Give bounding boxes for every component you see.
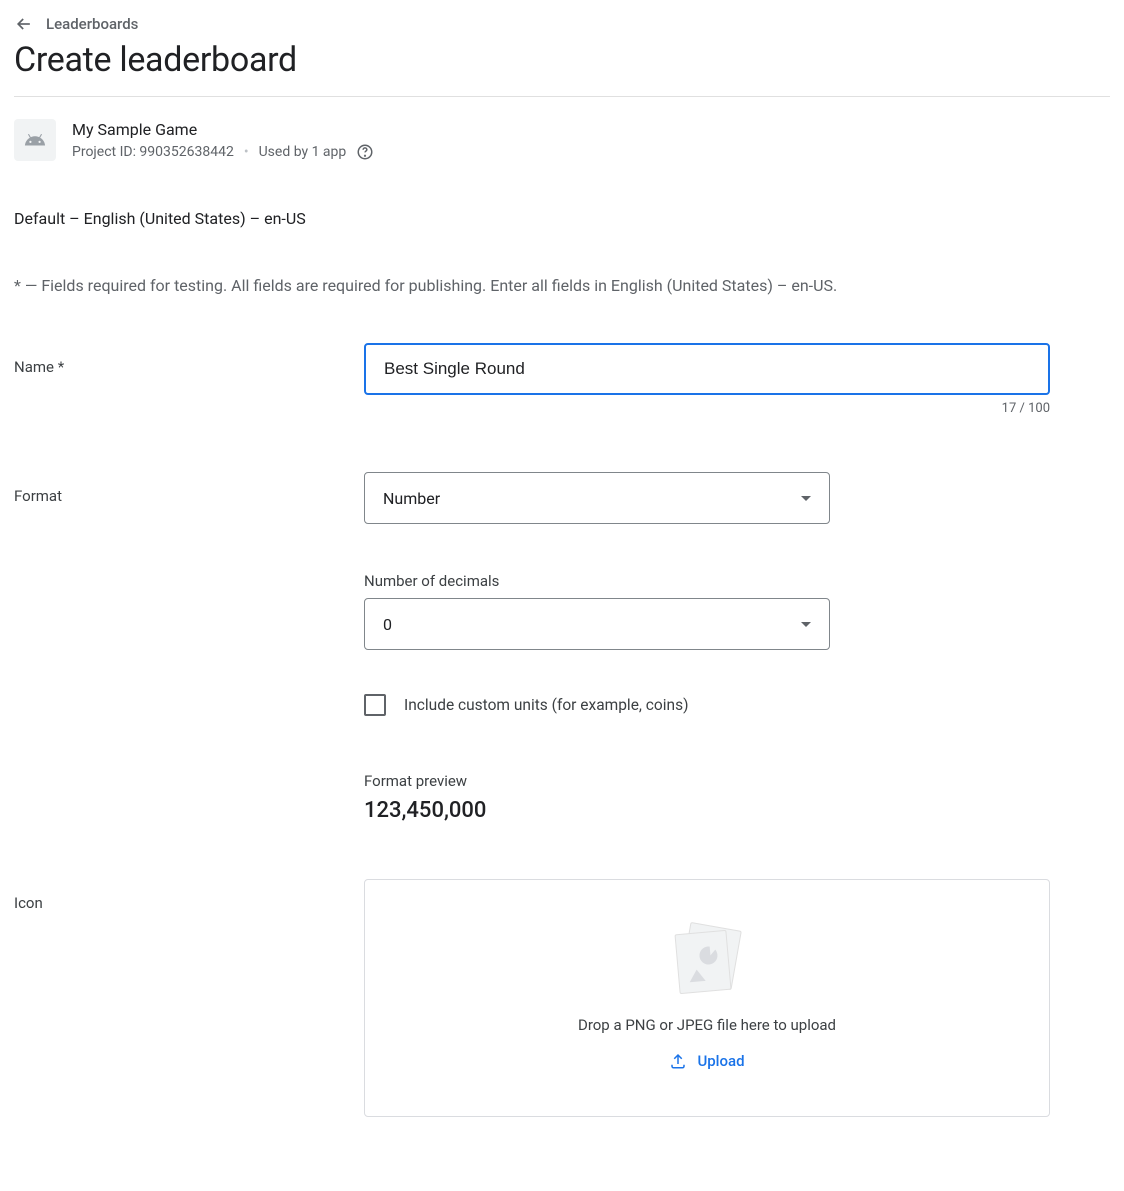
chevron-down-icon bbox=[801, 496, 811, 501]
decimals-select[interactable]: 0 bbox=[364, 598, 830, 650]
icon-label: Icon bbox=[14, 894, 43, 912]
format-select-value: Number bbox=[383, 489, 440, 508]
project-summary: My Sample Game Project ID: 990352638442 … bbox=[14, 119, 1110, 161]
upload-button[interactable]: Upload bbox=[669, 1052, 744, 1070]
dropzone-text: Drop a PNG or JPEG file here to upload bbox=[578, 1016, 836, 1034]
back-arrow-icon[interactable] bbox=[14, 14, 34, 34]
help-icon[interactable] bbox=[356, 143, 374, 161]
upload-label: Upload bbox=[697, 1052, 744, 1070]
icon-dropzone[interactable]: Drop a PNG or JPEG file here to upload U… bbox=[364, 879, 1050, 1117]
android-icon bbox=[14, 119, 56, 161]
divider bbox=[14, 96, 1110, 97]
used-by-text: Used by 1 app bbox=[259, 144, 347, 160]
decimals-select-value: 0 bbox=[383, 615, 392, 634]
decimals-label: Number of decimals bbox=[364, 572, 1050, 590]
custom-units-checkbox[interactable] bbox=[364, 694, 386, 716]
name-char-count: 17 / 100 bbox=[364, 401, 1050, 416]
custom-units-label: Include custom units (for example, coins… bbox=[404, 696, 688, 714]
locale-text: Default – English (United States) – en-U… bbox=[14, 209, 1110, 228]
format-select[interactable]: Number bbox=[364, 472, 830, 524]
meta-separator: • bbox=[244, 144, 249, 160]
project-name: My Sample Game bbox=[72, 120, 374, 139]
format-label: Format bbox=[14, 487, 62, 505]
format-preview-label: Format preview bbox=[364, 772, 1050, 790]
format-preview-value: 123,450,000 bbox=[364, 798, 1050, 823]
page-title: Create leaderboard bbox=[14, 40, 1110, 80]
upload-icon bbox=[669, 1052, 687, 1070]
required-hint: * — Fields required for testing. All fie… bbox=[14, 276, 1110, 295]
name-label: Name * bbox=[14, 358, 64, 376]
files-icon bbox=[671, 926, 743, 998]
chevron-down-icon bbox=[801, 622, 811, 627]
name-input[interactable] bbox=[364, 343, 1050, 395]
project-id: Project ID: 990352638442 bbox=[72, 144, 234, 160]
breadcrumb-parent[interactable]: Leaderboards bbox=[46, 15, 138, 33]
